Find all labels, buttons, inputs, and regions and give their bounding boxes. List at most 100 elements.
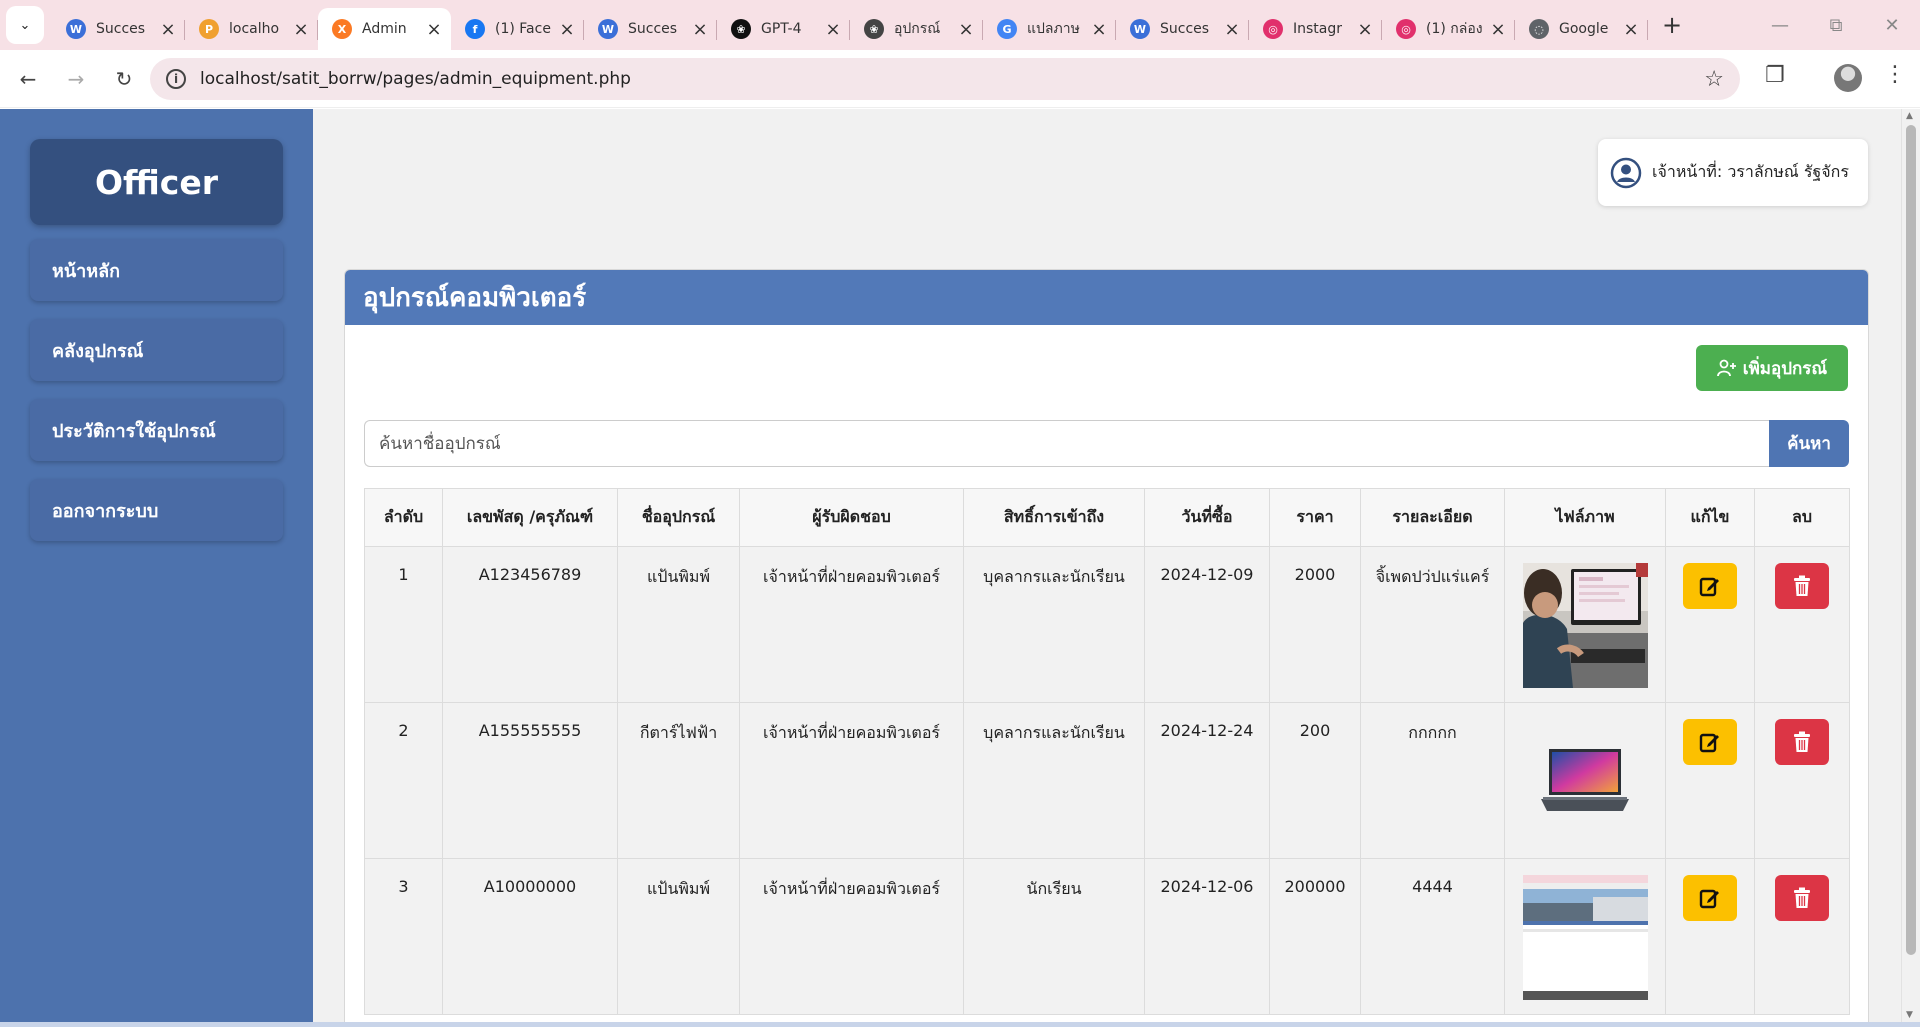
sidebar: Officer หน้าหลัก คลังอุปกรณ์ ประวัติการใ… — [0, 109, 313, 1022]
edit-button[interactable] — [1683, 719, 1737, 765]
browser-tab[interactable]: ❀ GPT-4 × — [717, 8, 850, 50]
close-icon[interactable]: × — [1223, 19, 1241, 40]
user-badge[interactable]: เจ้าหน้าที่: วราลักษณ์ รัฐจักร — [1598, 139, 1868, 206]
close-icon[interactable]: × — [824, 19, 842, 40]
openai-icon: ❀ — [731, 19, 751, 39]
cell-access: นักเรียน — [963, 858, 1145, 1015]
restore-button[interactable]: ⧉ — [1808, 0, 1864, 50]
close-icon[interactable]: × — [957, 19, 975, 40]
close-icon[interactable]: × — [425, 19, 443, 40]
cell-delete — [1754, 702, 1850, 859]
minimize-button[interactable]: — — [1752, 0, 1808, 50]
close-icon[interactable]: × — [691, 19, 709, 40]
back-button[interactable]: ← — [8, 59, 48, 99]
search-input[interactable] — [364, 420, 1769, 467]
equipment-photo[interactable] — [1522, 719, 1648, 844]
cell-owner: เจ้าหน้าที่ฝ่ายคอมพิวเตอร์ — [739, 546, 964, 703]
equipment-table: ลำดับ เลขพัสดุ /ครุภัณฑ์ ชื่ออุปกรณ์ ผู้… — [364, 488, 1850, 1015]
col-header-access: สิทธิ์การเข้าถึง — [963, 488, 1145, 547]
sidebar-item-inventory[interactable]: คลังอุปกรณ์ — [30, 319, 283, 381]
menu-kebab-icon[interactable]: ⋮ — [1884, 62, 1906, 87]
wordpress-icon: W — [598, 19, 618, 39]
page-scrollbar[interactable]: ▲ ▼ — [1901, 109, 1920, 1022]
close-icon[interactable]: × — [1090, 19, 1108, 40]
cell-edit — [1665, 702, 1755, 859]
table-row: 1 A123456789 แป้นพิมพ์ เจ้าหน้าที่ฝ่ายคอ… — [364, 546, 1850, 703]
profile-avatar[interactable] — [1834, 64, 1862, 92]
cell-price: 200 — [1269, 702, 1361, 859]
extensions-icon[interactable]: ❐ — [1765, 63, 1785, 88]
browser-tab[interactable]: W Succes × — [1116, 8, 1249, 50]
close-icon[interactable]: × — [292, 19, 310, 40]
browser-tab[interactable]: ❀ อุปกรณ์ × — [850, 8, 983, 50]
edit-icon — [1699, 577, 1719, 597]
tab-title: localho — [229, 21, 280, 37]
browser-tab[interactable]: W Succes × — [584, 8, 717, 50]
search-group: ค้นหา — [364, 420, 1849, 467]
close-icon[interactable]: × — [1622, 19, 1640, 40]
tab-title: Instagr — [1293, 21, 1343, 37]
cell-date: 2024-12-24 — [1144, 702, 1270, 859]
reload-button[interactable]: ↻ — [104, 59, 144, 99]
equipment-photo[interactable] — [1522, 563, 1648, 688]
close-icon[interactable]: × — [558, 19, 576, 40]
delete-button[interactable] — [1775, 563, 1829, 609]
browser-tab[interactable]: f (1) Face × — [451, 8, 584, 50]
address-bar[interactable]: i localhost/satit_borrw/pages/admin_equi… — [150, 58, 1740, 100]
google-icon: G — [997, 19, 1017, 39]
site-info-icon[interactable]: i — [166, 69, 186, 89]
scrollbar-thumb[interactable] — [1906, 125, 1916, 955]
tab-search-button[interactable]: ⌄ — [6, 6, 44, 44]
equipment-photo[interactable] — [1522, 875, 1648, 1000]
new-tab-button[interactable]: + — [1654, 7, 1690, 43]
edit-icon — [1699, 733, 1719, 753]
browser-tab[interactable]: X Admin × — [318, 8, 451, 50]
close-icon[interactable]: × — [1489, 19, 1507, 40]
add-equipment-button[interactable]: เพิ่มอุปกรณ์ — [1696, 345, 1848, 391]
user-circle-icon — [1610, 157, 1642, 188]
browser-tab[interactable]: ◌ Google × — [1515, 8, 1648, 50]
tab-title: (1) Face — [495, 21, 551, 37]
globe-icon: ◌ — [1529, 19, 1549, 39]
scroll-down-icon[interactable]: ▼ — [1906, 1010, 1913, 1020]
arrow-right-icon: → — [67, 66, 85, 91]
browser-tab[interactable]: G แปลภาษ × — [983, 8, 1116, 50]
close-icon[interactable]: × — [159, 19, 177, 40]
browser-tab[interactable]: ◎ Instagr × — [1249, 8, 1382, 50]
edit-button[interactable] — [1683, 875, 1737, 921]
delete-button[interactable] — [1775, 875, 1829, 921]
browser-tab[interactable]: W Succes × — [52, 8, 185, 50]
cell-owner: เจ้าหน้าที่ฝ่ายคอมพิวเตอร์ — [739, 702, 964, 859]
sidebar-item-home[interactable]: หน้าหลัก — [30, 239, 283, 301]
plus-icon: + — [1661, 11, 1683, 39]
cell-date: 2024-12-06 — [1144, 858, 1270, 1015]
table-header-row: ลำดับ เลขพัสดุ /ครุภัณฑ์ ชื่ออุปกรณ์ ผู้… — [364, 488, 1850, 547]
edit-button[interactable] — [1683, 563, 1737, 609]
url-text[interactable]: localhost/satit_borrw/pages/admin_equipm… — [200, 69, 1704, 89]
scroll-up-icon[interactable]: ▲ — [1906, 111, 1913, 121]
browser-tab[interactable]: ◎ (1) กล่อง × — [1382, 8, 1515, 50]
tab-title: อุปกรณ์ — [894, 21, 941, 37]
chevron-down-icon: ⌄ — [19, 17, 31, 33]
sidebar-item-history[interactable]: ประวัติการใช้อุปกรณ์ — [30, 399, 283, 461]
sidebar-item-logout[interactable]: ออกจากระบบ — [30, 479, 283, 541]
tab-title: แปลภาษ — [1027, 21, 1080, 37]
add-equipment-label: เพิ่มอุปกรณ์ — [1742, 358, 1828, 379]
browser-tab[interactable]: Plocalho × — [185, 8, 318, 50]
facebook-icon: f — [465, 19, 485, 39]
cell-image — [1504, 702, 1666, 859]
bookmark-star-icon[interactable]: ☆ — [1704, 67, 1724, 92]
search-button[interactable]: ค้นหา — [1769, 420, 1849, 467]
delete-button[interactable] — [1775, 719, 1829, 765]
cell-detail: กกกกก — [1360, 702, 1505, 859]
cell-owner: เจ้าหน้าที่ฝ่ายคอมพิวเตอร์ — [739, 858, 964, 1015]
close-icon[interactable]: × — [1356, 19, 1374, 40]
trash-icon — [1794, 575, 1810, 596]
cell-name: แป้นพิมพ์ — [617, 546, 740, 703]
user-name: เจ้าหน้าที่: วราลักษณ์ รัฐจักร — [1652, 162, 1849, 181]
close-window-button[interactable]: ✕ — [1864, 0, 1920, 50]
cell-image — [1504, 858, 1666, 1015]
col-header-image: ไฟล์ภาพ — [1504, 488, 1666, 547]
tab-title: Admin — [362, 21, 407, 37]
forward-button[interactable]: → — [56, 59, 96, 99]
